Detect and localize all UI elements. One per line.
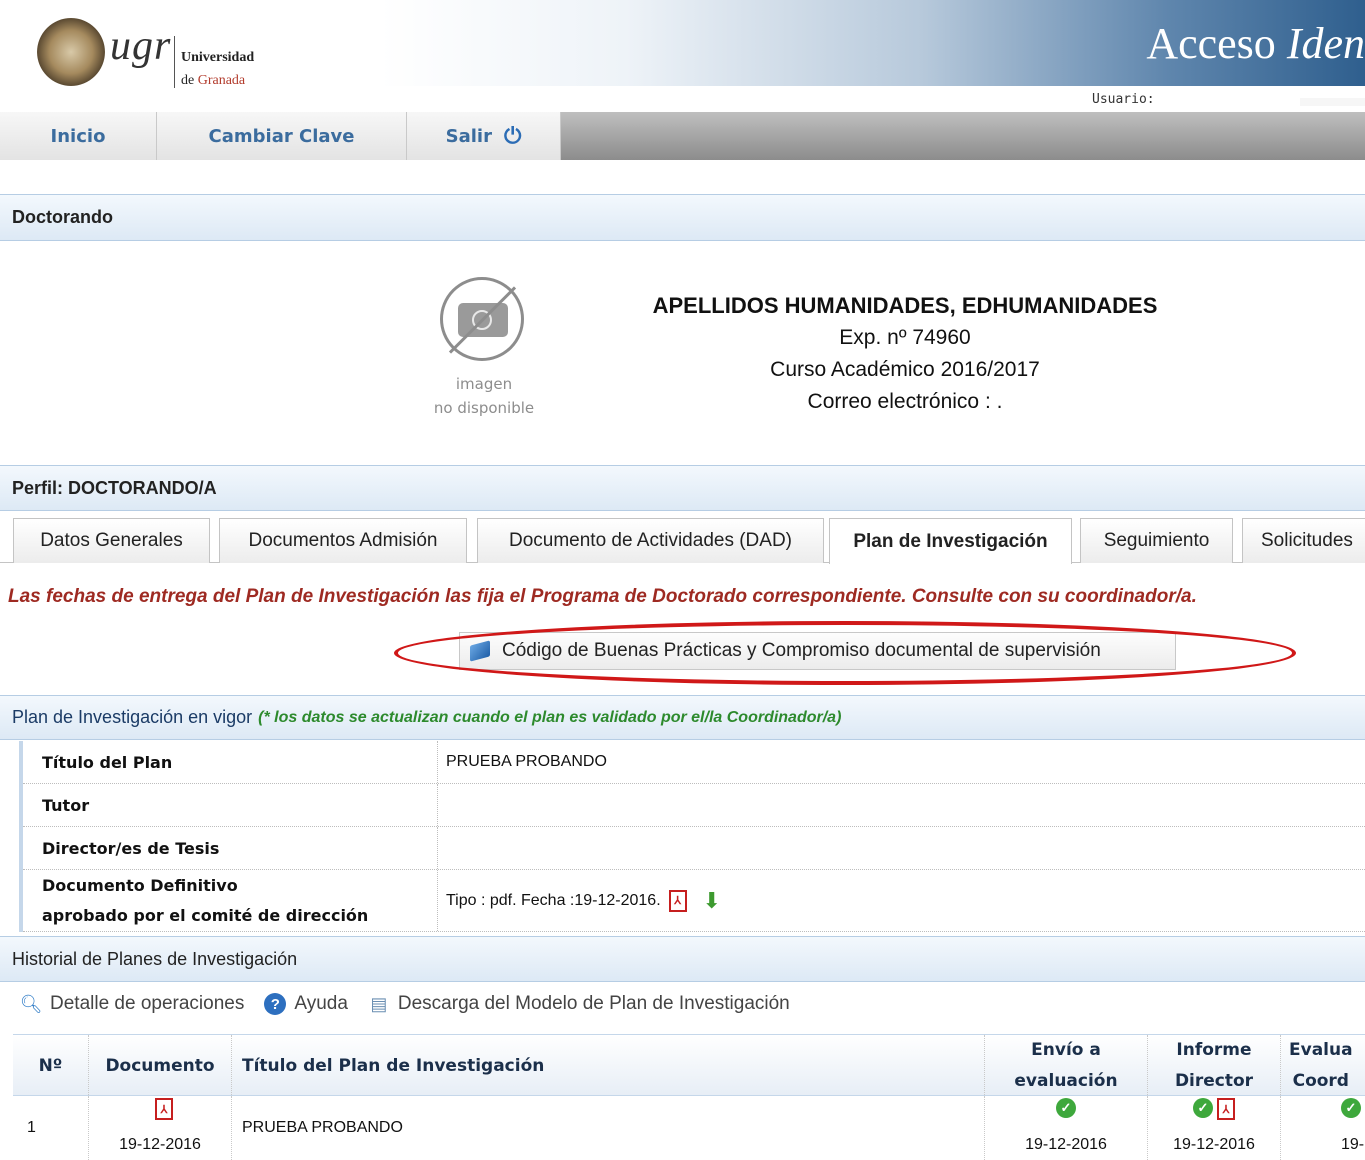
eval-date: 19-12-2016 <box>1341 1136 1365 1153</box>
user-name-redacted <box>1300 98 1365 106</box>
help-icon: ? <box>264 993 287 1015</box>
informe-date: 19-12-2016 <box>1173 1136 1255 1153</box>
student-exp: Exp. nº 74960 <box>839 326 971 349</box>
pdf-icon[interactable]: ⅄ <box>668 889 687 912</box>
plan-vigor-table: Título del Plan PRUEBA PROBANDO Tutor Di… <box>19 741 1365 932</box>
historial-operations: 🔍︎ Detalle de operaciones ? Ayuda ▤ Desc… <box>20 993 810 1015</box>
nav-inicio-button[interactable]: Inicio <box>0 112 157 160</box>
deadline-notice: Las fechas de entrega del Plan de Invest… <box>8 586 1197 607</box>
row-label: Tutor <box>23 784 438 826</box>
table-row: Documento Definitivo aprobado por el comi… <box>23 870 1365 932</box>
salir-label: Salir <box>445 125 492 147</box>
descarga-modelo-link[interactable]: ▤ Descarga del Modelo de Plan de Investi… <box>368 993 789 1015</box>
row-value: Tipo : pdf. Fecha :19-12-2016. ⅄ ⬇ <box>438 870 1365 931</box>
section-perfil-header: Perfil: DOCTORANDO/A <box>0 465 1365 511</box>
power-icon: ⏻ <box>503 123 522 149</box>
logo-divider <box>174 36 175 88</box>
row-value <box>438 784 1365 826</box>
student-name: APELLIDOS HUMANIDADES, EDHUMANIDADES <box>652 293 1158 318</box>
main-nav: Inicio Cambiar Clave Salir ⏻ <box>0 112 1365 160</box>
table-row: Director/es de Tesis <box>23 827 1365 870</box>
tab-documento-actividades[interactable]: Documento de Actividades (DAD) <box>477 518 824 563</box>
table-row: Título del Plan PRUEBA PROBANDO <box>23 741 1365 784</box>
section-doctorando-header: Doctorando <box>0 194 1365 241</box>
nav-cambiar-clave-button[interactable]: Cambiar Clave <box>157 112 407 160</box>
student-curso: Curso Académico 2016/2017 <box>770 358 1040 381</box>
section-plan-vigor-header: Plan de Investigación en vigor (* los da… <box>0 695 1365 740</box>
table-row: Tutor <box>23 784 1365 827</box>
annotation-ellipse <box>394 621 1296 685</box>
table-row: 1 ⅄ 19-12-2016 PRUEBA PROBANDO ✓ 19-12-2… <box>13 1096 1365 1160</box>
cell-informe: ✓ ⅄ 19-12-2016 <box>1148 1096 1281 1160</box>
envio-date: 19-12-2016 <box>1025 1136 1107 1153</box>
col-header-envio: Envío a evaluación <box>985 1035 1148 1097</box>
tab-documentos-admision[interactable]: Documentos Admisión <box>219 518 467 563</box>
col-header-no: Nº <box>13 1035 89 1097</box>
logo-ugr-text: ugr <box>110 23 172 69</box>
student-info: APELLIDOS HUMANIDADES, EDHUMANIDADES Exp… <box>560 290 1250 418</box>
nav-salir-button[interactable]: Salir ⏻ <box>407 112 561 160</box>
pdf-icon[interactable]: ⅄ <box>1217 1098 1235 1120</box>
check-icon: ✓ <box>1341 1098 1361 1118</box>
tab-plan-investigacion[interactable]: Plan de Investigación <box>829 518 1072 564</box>
row-label: Título del Plan <box>23 741 438 783</box>
row-value: PRUEBA PROBANDO <box>446 753 607 770</box>
cell-no: 1 <box>13 1096 89 1160</box>
logo-universidad-text: Universidad <box>181 50 255 65</box>
download-icon[interactable]: ⬇ <box>699 888 725 913</box>
tab-datos-generales[interactable]: Datos Generales <box>13 518 210 563</box>
tab-seguimiento[interactable]: Seguimiento <box>1080 518 1233 563</box>
photo-unavailable-text: imagen no disponible <box>433 375 535 417</box>
check-icon: ✓ <box>1193 1098 1213 1118</box>
cell-documento: ⅄ 19-12-2016 <box>89 1096 232 1160</box>
col-header-evaluacion: Evalua Coord <box>1281 1035 1365 1097</box>
col-header-informe: Informe Director <box>1148 1035 1281 1097</box>
magnifier-icon: 🔍︎ <box>19 993 43 1014</box>
check-icon: ✓ <box>1056 1098 1076 1118</box>
cell-evaluacion: ✓ 19-12-2016 <box>1281 1096 1365 1160</box>
logo-granada-text: de Granada <box>181 73 246 88</box>
cell-titulo: PRUEBA PROBANDO <box>232 1096 985 1160</box>
col-header-documento: Documento <box>89 1035 232 1097</box>
row-value <box>438 827 1365 869</box>
tab-solicitudes[interactable]: Solicitudes <box>1242 518 1365 563</box>
col-header-titulo: Título del Plan de Investigación <box>232 1035 985 1097</box>
document-type-date: Tipo : pdf. Fecha :19-12-2016. <box>446 891 661 909</box>
header-banner: Acceso Iden <box>380 0 1365 86</box>
historial-table-header: Nº Documento Título del Plan de Investig… <box>13 1034 1365 1097</box>
user-label: Usuario: <box>1092 92 1155 107</box>
pdf-icon[interactable]: ⅄ <box>155 1098 173 1120</box>
plan-vigor-note: (* los datos se actualizan cuando el pla… <box>258 708 842 726</box>
plan-vigor-title: Plan de Investigación en vigor <box>12 707 253 727</box>
ayuda-link[interactable]: ? Ayuda <box>264 993 348 1015</box>
doc-date: 19-12-2016 <box>119 1136 201 1153</box>
detalle-operaciones-link[interactable]: 🔍︎ Detalle de operaciones <box>19 993 245 1015</box>
banner-title: Acceso Iden <box>1146 19 1365 68</box>
university-seal-logo <box>37 18 105 86</box>
student-correo: Correo electrónico : . <box>807 390 1003 413</box>
cell-envio: ✓ 19-12-2016 <box>985 1096 1148 1160</box>
document-icon: ▤ <box>370 993 388 1014</box>
row-label: Director/es de Tesis <box>23 827 438 869</box>
section-historial-header: Historial de Planes de Investigación <box>0 936 1365 982</box>
row-label: Documento Definitivo aprobado por el comi… <box>23 870 438 931</box>
